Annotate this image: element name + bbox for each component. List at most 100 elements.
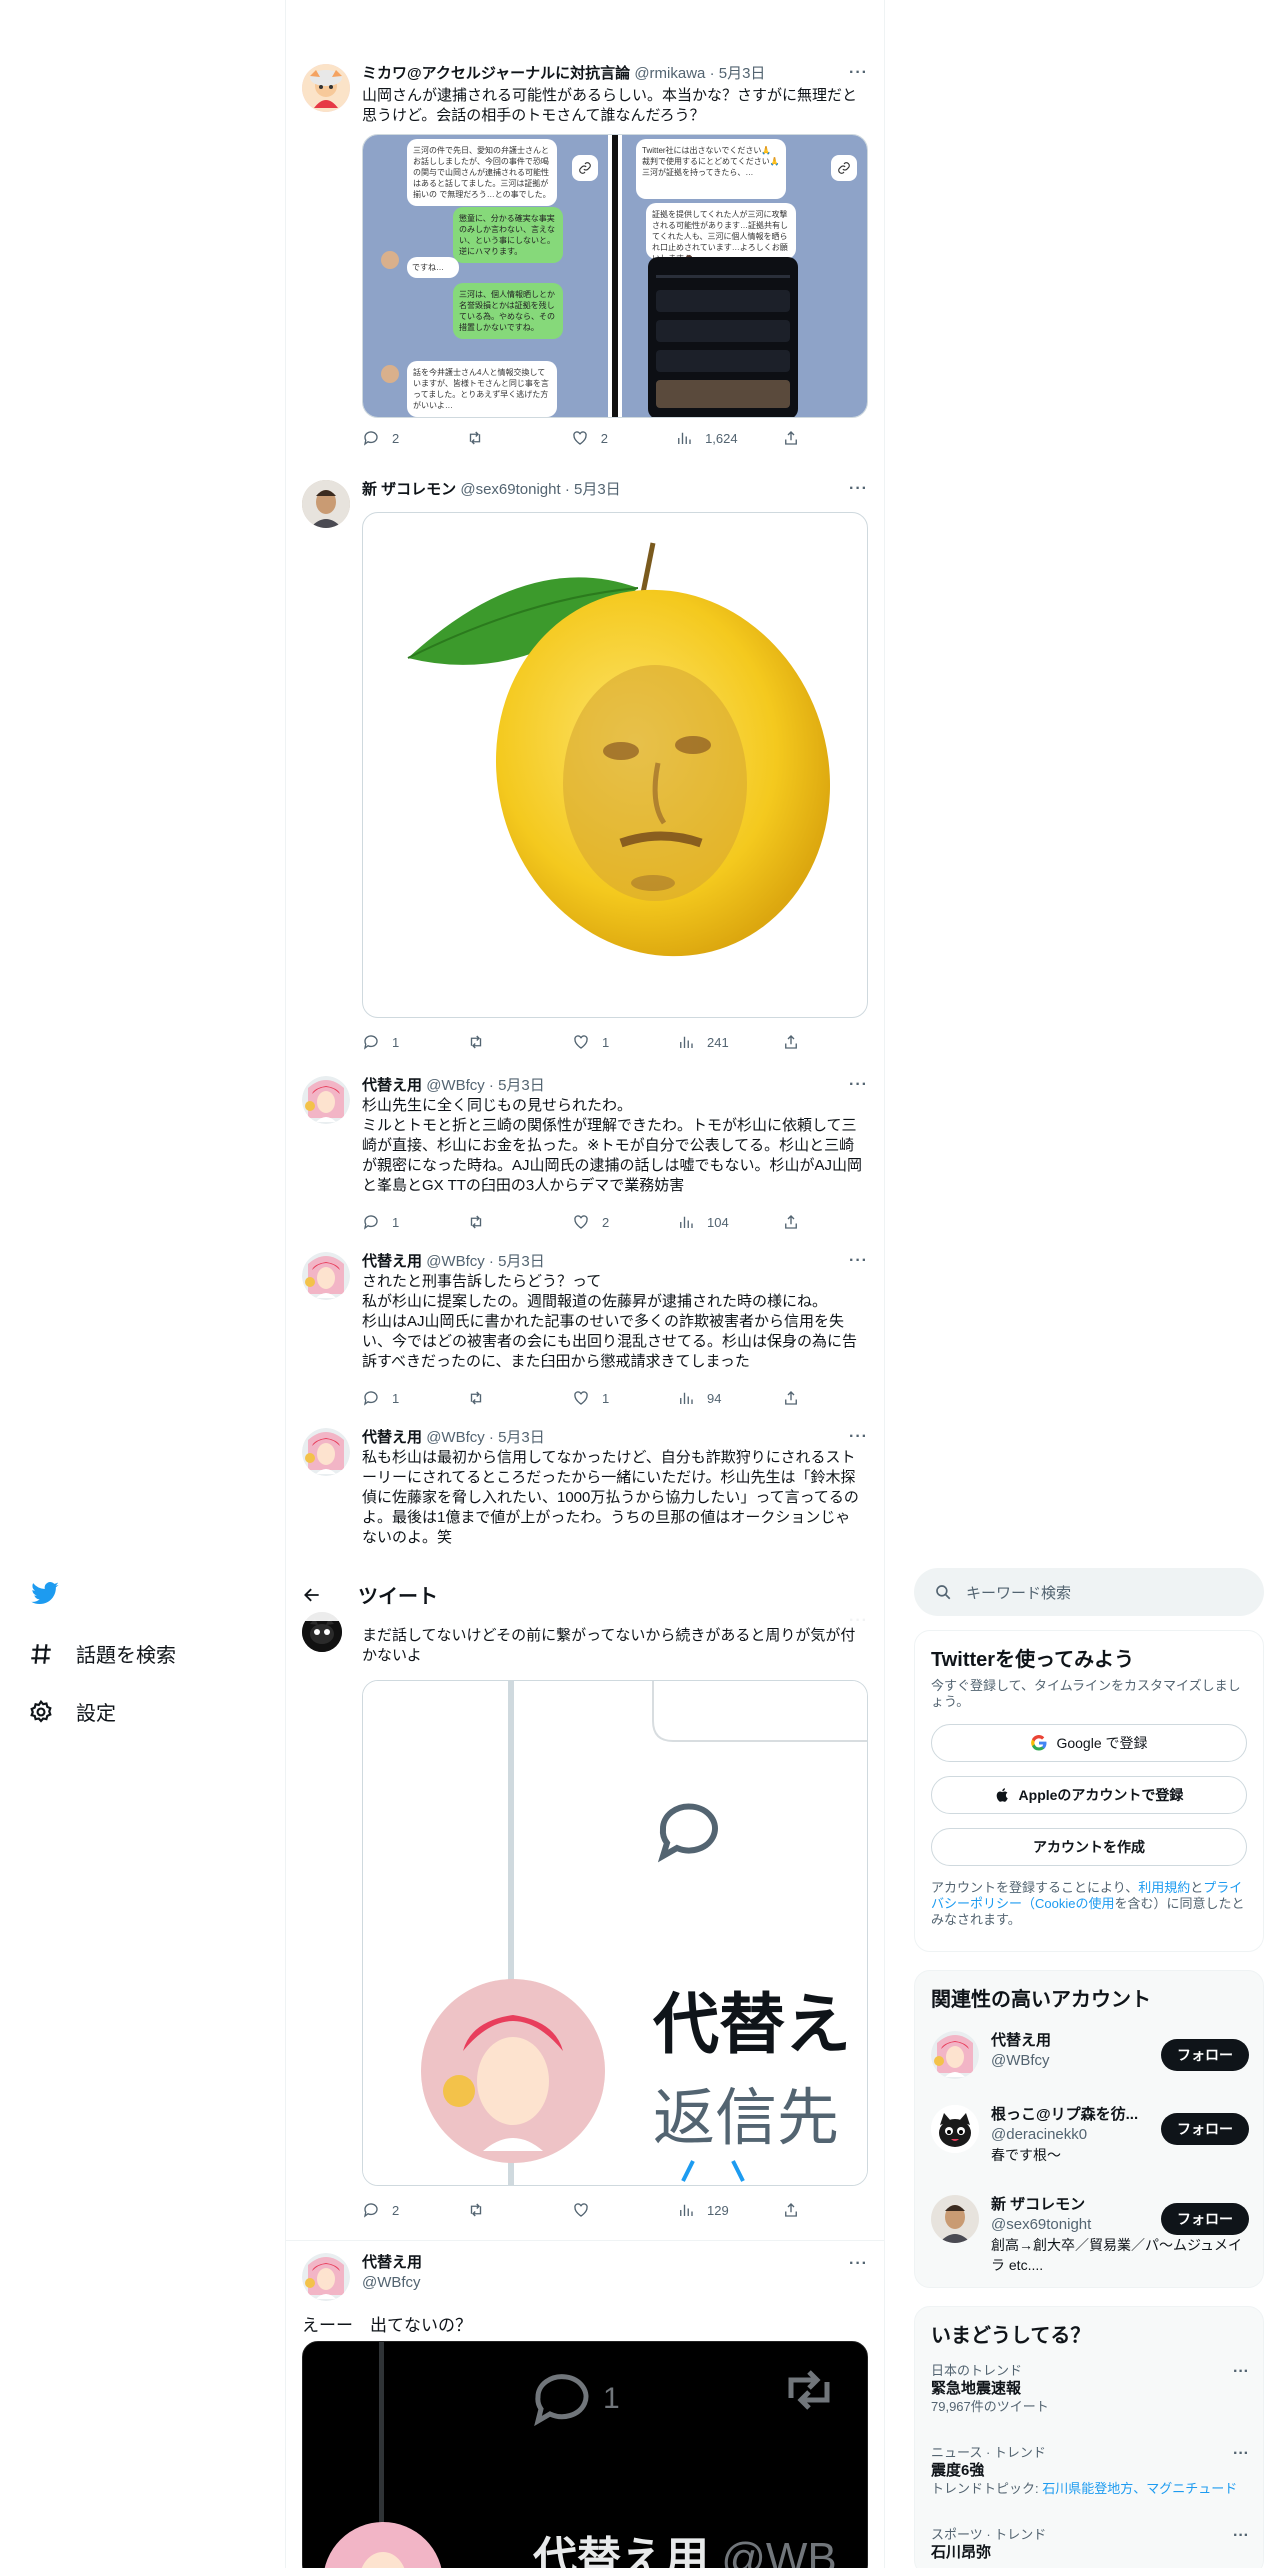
follow-button[interactable]: フォロー [1161,2203,1249,2235]
like-button[interactable] [572,2201,632,2219]
author-name[interactable]: 代替え用 [362,1253,422,1270]
author-handle[interactable]: @WBfcy [426,1077,485,1094]
tweet-media[interactable]: 代替え 返信先 [362,1680,868,2186]
account-handle[interactable]: @sex69tonight [991,2215,1161,2235]
account-row[interactable]: 根っこ@リプ森を彷... @deracinekk0 春です根～ フォロー [915,2105,1265,2185]
account-row[interactable]: 代替え用 @WBfcy フォロー [915,2031,1265,2091]
author-handle[interactable]: @WBfcy [426,1429,485,1446]
more-options-icon[interactable]: ··· [1233,2363,1249,2381]
terms-link[interactable]: 利用規約 [1138,1880,1190,1895]
chat-screenshot-1[interactable]: 三河の件で先日、愛知の弁護士さんとお話ししましたが、今回の事件で恐喝の関与で山岡… [363,135,608,417]
tweet-media[interactable]: 三河の件で先日、愛知の弁護士さんとお話ししましたが、今回の事件で恐喝の関与で山岡… [362,134,868,418]
tweet[interactable]: 新 ザコレモン @sex69tonight · 5月3日 1 1 241 ··· [286,472,884,1072]
tweet-date[interactable]: · 5月3日 [489,1077,545,1094]
like-button[interactable]: 1 [572,1389,632,1407]
tweet-date[interactable]: · 5月3日 [489,1253,545,1270]
tweet-date[interactable]: · 5月3日 [489,1429,545,1446]
retweet-button[interactable] [467,1389,527,1407]
views-button[interactable]: 1,624 [675,429,738,447]
trend-item[interactable]: 日本のトレンド 緊急地震速報 79,967件のツイート ··· [931,2363,1249,2415]
link-icon[interactable] [831,155,857,181]
reply-button[interactable]: 1 [362,1213,422,1231]
avatar[interactable] [931,2105,979,2153]
tweet-date[interactable]: · 5月3日 [565,481,621,498]
author-name[interactable]: 代替え用 [362,1429,422,1446]
author-handle[interactable]: @rmikawa [634,65,705,82]
google-signup-button[interactable]: Google で登録 [931,1724,1247,1762]
account-handle[interactable]: @WBfcy [991,2051,1161,2071]
more-options-icon[interactable]: ··· [849,1076,868,1094]
tweet[interactable]: 代替え用 @WBfcy · 5月3日 されたと刑事告訴したらどう？って 私が杉山… [286,1252,884,1424]
views-button[interactable]: 94 [677,1389,737,1407]
author-name[interactable]: 新 ザコレモン [362,481,456,498]
retweet-button[interactable] [466,429,526,447]
author-handle[interactable]: @WBfcy [426,1253,485,1270]
avatar[interactable] [931,2195,979,2243]
share-button[interactable] [782,429,802,447]
avatar[interactable] [302,2253,350,2301]
author-handle[interactable]: @WBfcy [362,2273,422,2293]
like-button[interactable]: 2 [572,1213,632,1231]
link-icon[interactable] [572,155,598,181]
create-account-button[interactable]: アカウントを作成 [931,1828,1247,1866]
share-button[interactable] [782,1213,802,1231]
more-options-icon[interactable]: ··· [1233,2445,1249,2463]
more-options-icon[interactable]: ··· [1233,2527,1249,2545]
author-name[interactable]: 代替え用 [362,1077,422,1094]
retweet-button[interactable] [467,1033,527,1051]
share-button[interactable] [782,2201,802,2219]
more-options-icon[interactable]: ··· [849,2255,868,2273]
like-button[interactable]: 1 [572,1033,632,1051]
avatar[interactable] [302,64,350,112]
retweet-button[interactable] [467,1213,527,1231]
tweet[interactable]: ミカワ@アクセルジャーナルに対抗言論 @rmikawa · 5月3日 山岡さんが… [286,56,884,476]
follow-button[interactable]: フォロー [1161,2113,1249,2145]
reply-button[interactable]: 2 [362,429,422,447]
tweet[interactable]: 代替え用 @WBfcy · 5月3日 私も杉山は最初から信用してなかったけど、自… [286,1428,884,1568]
account-name[interactable]: 新 ザコレモン [991,2195,1161,2215]
author-handle[interactable]: @sex69tonight [460,481,560,498]
more-options-icon[interactable]: ··· [849,1252,868,1270]
views-button[interactable]: 104 [677,1213,737,1231]
reply-button[interactable]: 1 [362,1389,422,1407]
chat-screenshot-2[interactable]: Twitter社には出さないでください🙏 裁判で使用するにとどめてください🙏 三… [622,135,867,417]
avatar[interactable] [302,1428,350,1476]
trend-item[interactable]: ニュース · トレンド 震度6強 トレンドトピック: 石川県能登地方、マグニチュ… [931,2445,1249,2497]
tweet-media[interactable]: 1 代替え用 @WB [302,2341,868,2568]
focused-tweet[interactable]: 代替え用 @WBfcy ··· えーー 出てないの？ 1 代替え用 @WB [286,2240,884,2568]
apple-signup-button[interactable]: Appleのアカウントで登録 [931,1776,1247,1814]
nav-settings[interactable]: 設定 [28,1697,116,1726]
trend-topic-links[interactable]: 石川県能登地方、マグニチュード [1042,2481,1237,2496]
tweet-date[interactable]: · 5月3日 [710,65,766,82]
views-button[interactable]: 129 [677,2201,737,2219]
more-options-icon[interactable]: ··· [849,480,868,498]
nav-explore[interactable]: 話題を検索 [28,1639,176,1668]
avatar[interactable] [931,2031,979,2079]
more-options-icon[interactable]: ··· [849,1428,868,1446]
search-input[interactable]: キーワード検索 [914,1568,1264,1616]
back-arrow-icon[interactable] [302,1585,322,1605]
account-handle[interactable]: @deracinekk0 [991,2125,1161,2145]
tweet-media[interactable] [362,512,868,1018]
follow-button[interactable]: フォロー [1161,2039,1249,2071]
reply-button[interactable]: 2 [362,2201,422,2219]
account-name[interactable]: 代替え用 [991,2031,1161,2051]
views-button[interactable]: 241 [677,1033,737,1051]
avatar[interactable] [302,1252,350,1300]
share-button[interactable] [782,1389,802,1407]
account-row[interactable]: 新 ザコレモン @sex69tonight 創高→創大卒／貿易業／パ〜ムジュメイ… [915,2195,1265,2285]
trend-item[interactable]: スポーツ · トレンド 石川昂弥 ··· [931,2527,1249,2563]
share-button[interactable] [782,1033,802,1051]
author-name[interactable]: 代替え用 [362,2253,422,2273]
retweet-button[interactable] [467,2201,527,2219]
reply-button[interactable]: 1 [362,1033,422,1051]
like-button[interactable]: 2 [571,429,631,447]
more-options-icon[interactable]: ··· [849,64,868,82]
avatar[interactable] [302,1076,350,1124]
avatar[interactable] [302,480,350,528]
account-name[interactable]: 根っこ@リプ森を彷... [991,2105,1161,2125]
tweet[interactable]: 代替え用 @WBfcy · 5月3日 杉山先生に全く同じもの見せられたわ。 ミル… [286,1076,884,1248]
twitter-bird-icon[interactable] [30,1579,60,1609]
tweet[interactable]: まだ話してないけどその前に繋がってないから続きがあると周りが気が付かないよ 代替… [286,1608,884,2244]
author-name[interactable]: ミカワ@アクセルジャーナルに対抗言論 [362,65,630,82]
